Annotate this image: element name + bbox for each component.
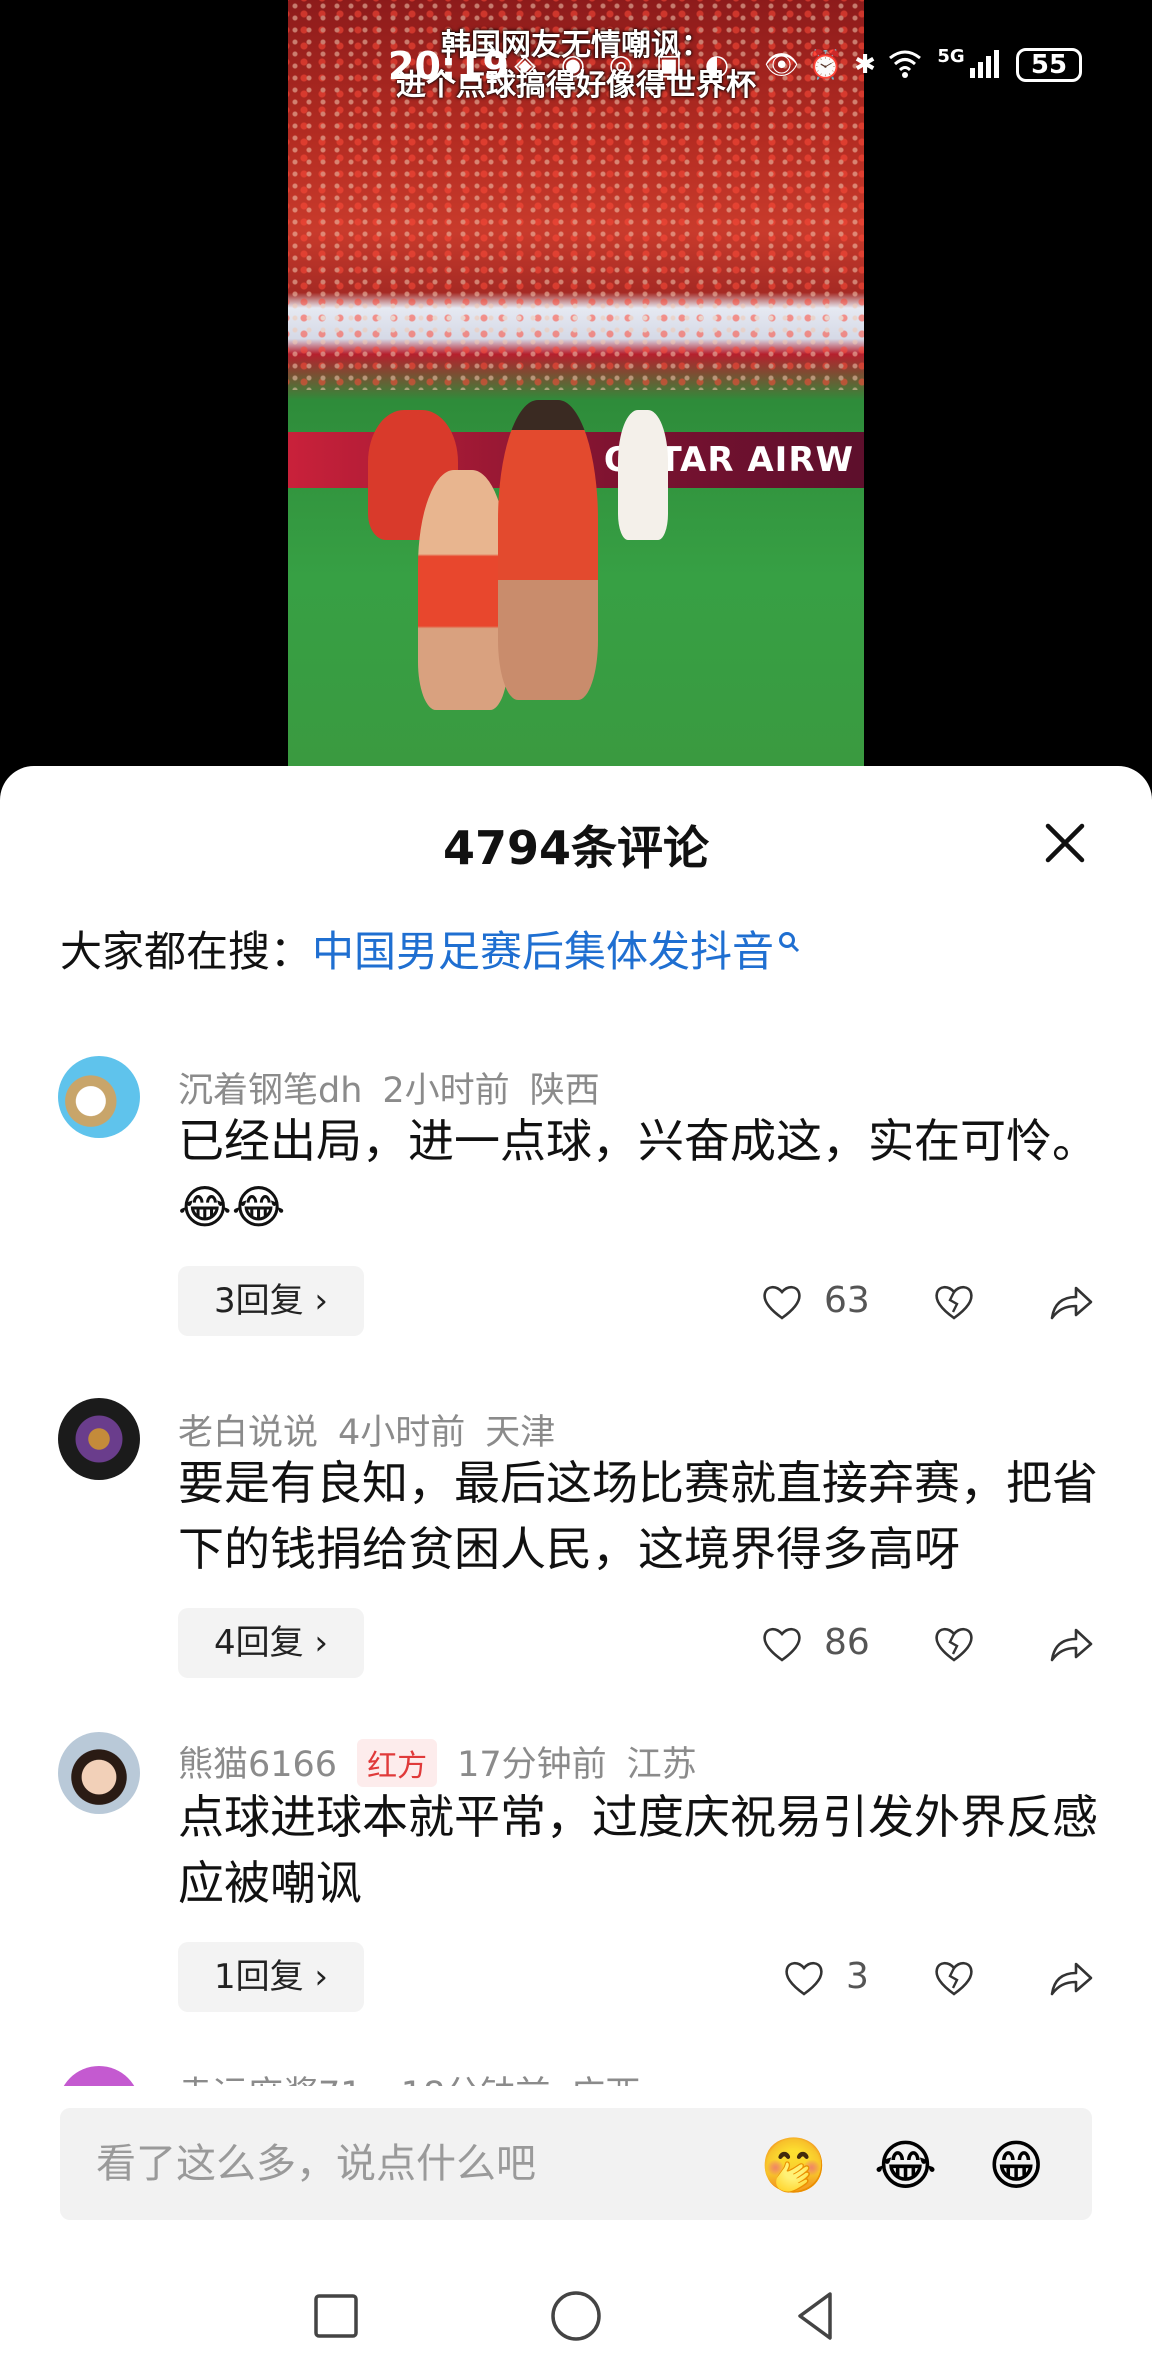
comment-item: 幸运麻酱71s 18分钟前 广西 (0, 2066, 1152, 2086)
notification-icon: ◈ (514, 48, 536, 81)
close-icon (1045, 823, 1085, 863)
comment-username[interactable]: 沉着钢笔dh (178, 1071, 362, 1111)
comment-text: 要是有良知，最后这场比赛就直接弃赛，把省下的钱捐给贫困人民，这境界得多高呀 (178, 1456, 1098, 1576)
comment-count-title: 4794条评论 (442, 821, 710, 875)
comment-time: 2小时前 (382, 1071, 510, 1111)
view-replies-button[interactable]: 3回复 › (178, 1266, 364, 1336)
emoji-button[interactable]: 😂 (874, 2134, 938, 2198)
comment-username[interactable]: 熊猫6166 (178, 1745, 337, 1785)
emoji-button[interactable]: 🤭 (760, 2134, 827, 2198)
search-suggestion-term[interactable]: 中国男足赛后集体发抖音 (312, 927, 774, 976)
comment-time: 4小时前 (338, 1413, 466, 1453)
notification-icon: ◐ (704, 48, 730, 81)
alarm-icon: ⏰ (808, 48, 843, 81)
signal-icon (968, 48, 1002, 82)
recent-apps-button[interactable] (306, 2286, 366, 2346)
comment-username[interactable]: 幸运麻酱71s (178, 2075, 381, 2086)
like-count: 63 (824, 1280, 870, 1321)
comment-meta: 老白说说 4小时前 天津 (178, 1404, 575, 1455)
like-heart-icon[interactable] (760, 1280, 804, 1324)
replies-label: 3回复 (213, 1281, 304, 1321)
emoji-button[interactable]: 😁 (988, 2134, 1052, 2198)
view-replies-button[interactable]: 4回复 › (178, 1608, 364, 1678)
search-suggestion-label: 大家都在搜： (60, 927, 313, 976)
view-replies-button[interactable]: 1回复 › (178, 1942, 364, 2012)
comment-item: 熊猫6166 红方 17分钟前 江苏 点球进球本就平常，过度庆祝易引发外界反感应被嘲讽… (0, 1732, 1152, 2062)
like-count: 3 (846, 1956, 869, 1997)
search-icon (778, 918, 800, 967)
circle-icon (551, 2291, 601, 2341)
dislike-icon[interactable] (932, 1956, 976, 2000)
comment-text: 已经出局，进一点球，兴奋成这，实在可怜。😂😂 (178, 1114, 1098, 1234)
notification-icon: ◎ (608, 48, 634, 81)
avatar[interactable] (58, 1732, 140, 1814)
search-suggestion[interactable]: 大家都在搜：中国男足赛后集体发抖音 (60, 918, 800, 979)
back-triangle-icon (798, 2292, 832, 2340)
comment-sheet: 4794条评论 大家都在搜：中国男足赛后集体发抖音 沉着钢笔dh 2小时前 陕西 已… (0, 766, 1152, 2376)
comment-item: 沉着钢笔dh 2小时前 陕西 已经出局，进一点球，兴奋成这，实在可怜。😂😂 3回复 … (0, 1056, 1152, 1386)
share-icon[interactable] (1048, 1622, 1094, 1666)
close-button[interactable] (1040, 818, 1090, 868)
wifi-icon (888, 48, 922, 82)
player-figure (418, 470, 508, 710)
comment-meta: 幸运麻酱71s 18分钟前 广西 (178, 2066, 660, 2086)
player-figure (618, 410, 668, 540)
user-badge: 红方 (357, 1739, 438, 1787)
comment-text: 点球进球本就平常，过度庆祝易引发外界反感应被嘲讽 (178, 1790, 1098, 1910)
dislike-icon[interactable] (932, 1280, 976, 1324)
comment-region: 江苏 (626, 1745, 697, 1785)
share-icon[interactable] (1048, 1956, 1094, 2000)
replies-label: 4回复 (213, 1623, 304, 1663)
home-button[interactable] (546, 2286, 606, 2346)
square-icon (314, 2294, 358, 2338)
avatar[interactable] (58, 1056, 140, 1138)
comment-input-placeholder: 看了这么多，说点什么吧 (96, 2141, 536, 2187)
comment-time: 18分钟前 (401, 2075, 551, 2086)
comment-region: 天津 (485, 1413, 556, 1453)
comment-meta: 沉着钢笔dh 2小时前 陕西 (178, 1062, 620, 1113)
share-icon[interactable] (1048, 1280, 1094, 1324)
dislike-icon[interactable] (932, 1622, 976, 1666)
comment-username[interactable]: 老白说说 (178, 1413, 318, 1453)
battery-indicator: 55 (1016, 48, 1082, 82)
like-heart-icon[interactable] (782, 1956, 826, 2000)
comment-region: 广西 (570, 2075, 640, 2086)
status-time: 20:19 (388, 44, 509, 88)
status-bar: 20:19 ◈ ◉ ◎ ▣ ◐ 👁 ⏰ ✱ 5G 55 (388, 44, 1088, 88)
comment-item: 老白说说 4小时前 天津 要是有良知，最后这场比赛就直接弃赛，把省下的钱捐给贫困人民… (0, 1398, 1152, 1728)
avatar[interactable] (58, 2066, 140, 2086)
bluetooth-icon: ✱ (854, 50, 876, 80)
eye-icon: 👁 (764, 48, 800, 81)
like-count: 86 (824, 1622, 870, 1663)
comment-region: 陕西 (529, 1071, 600, 1111)
player-figure (498, 400, 598, 700)
avatar[interactable] (58, 1398, 140, 1480)
network-type: 5G (937, 46, 965, 67)
back-button[interactable] (786, 2286, 846, 2346)
video-area[interactable]: QATAR AIRW 韩国网友无情嘲讽： 进个点球搞得好像得世界杯 20:19 … (0, 0, 1152, 800)
comment-meta: 熊猫6166 红方 17分钟前 江苏 (178, 1736, 717, 1787)
like-heart-icon[interactable] (760, 1622, 804, 1666)
replies-label: 1回复 (213, 1957, 304, 1997)
notification-icon: ◉ (560, 48, 586, 81)
comment-input[interactable]: 看了这么多，说点什么吧 🤭 😂 😁 (60, 2108, 1092, 2220)
notification-icon: ▣ (655, 48, 683, 81)
video-player[interactable]: QATAR AIRW 韩国网友无情嘲讽： 进个点球搞得好像得世界杯 (288, 0, 864, 770)
comment-time: 17分钟前 (457, 1745, 607, 1785)
